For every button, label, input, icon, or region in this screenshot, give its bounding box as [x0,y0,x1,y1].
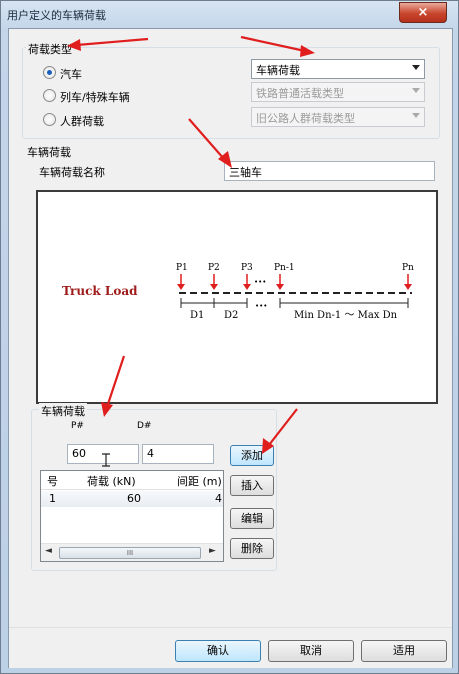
arrow-icon [300,45,315,57]
arrow-line [76,37,149,47]
arrow-line [268,408,298,446]
dialog-window: 用户定义的车辆荷载 × 荷载类型 汽车 列车/特殊车辆 人群荷载 车辆荷载 铁路… [0,0,459,674]
annotation-arrows [67,35,315,454]
arrow-line [105,355,126,408]
arrow-icon [101,402,113,417]
annotation-overlay [67,35,315,454]
arrow-line [240,35,306,53]
arrow-icon [67,39,81,51]
arrow-line [188,118,225,160]
